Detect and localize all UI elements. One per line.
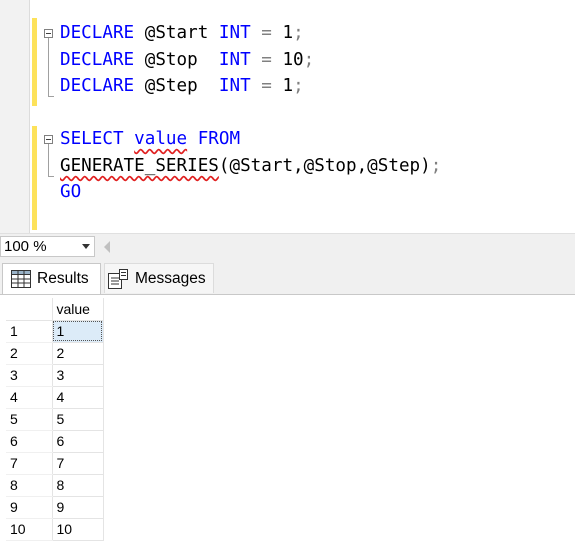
table-row[interactable]: 44	[6, 386, 104, 409]
results-tabbar: Results Messages	[0, 260, 575, 294]
table-row[interactable]: 10 10	[6, 518, 104, 541]
grid-cell[interactable]: 8	[52, 474, 104, 497]
column-header-value[interactable]: value	[52, 298, 104, 321]
row-number[interactable]: 5	[6, 408, 53, 431]
grid-cell[interactable]: 9	[52, 496, 104, 519]
row-number[interactable]: 2	[6, 342, 53, 365]
tab-messages-label: Messages	[135, 269, 206, 287]
scroll-left-icon[interactable]	[104, 241, 110, 253]
grid-cell[interactable]: 1	[52, 320, 104, 343]
code-line-2: DECLARE @Stop INT = 10;	[60, 50, 315, 70]
row-number[interactable]: 8	[6, 474, 53, 497]
table-row[interactable]: 55	[6, 408, 104, 431]
editor-gutter	[0, 0, 29, 233]
table-row[interactable]: 99	[6, 496, 104, 519]
code-line-1: DECLARE @Start INT = 1;	[60, 23, 304, 43]
grid-icon	[11, 270, 31, 288]
zoom-value: 100 %	[4, 238, 47, 255]
change-indicator	[32, 126, 37, 230]
grid-cell[interactable]: 5	[52, 408, 104, 431]
row-header-corner[interactable]	[6, 298, 53, 321]
table-row[interactable]: 77	[6, 452, 104, 475]
results-grid: value 11 22 33 44 55 66 77 88 99 10 10	[6, 298, 104, 541]
table-row[interactable]: 11	[6, 320, 104, 343]
row-number[interactable]: 6	[6, 430, 53, 453]
table-row[interactable]: 22	[6, 342, 104, 365]
code-line-7: GO	[60, 182, 82, 202]
change-indicator	[32, 18, 37, 106]
grid-header-row: value	[6, 298, 104, 321]
fold-line-end	[48, 176, 54, 177]
tab-results-label: Results	[37, 270, 89, 287]
query-editor[interactable]: DECLARE @Start INT = 1; DECLARE @Stop IN…	[0, 0, 575, 233]
collapse-icon[interactable]	[44, 29, 53, 38]
row-number[interactable]: 9	[6, 496, 53, 519]
table-row[interactable]: 88	[6, 474, 104, 497]
grid-cell[interactable]: 2	[52, 342, 104, 365]
results-pane: value 11 22 33 44 55 66 77 88 99 10 10	[0, 294, 575, 560]
code-line-6: GENERATE_SERIES(@Start,@Stop,@Step);	[60, 156, 442, 176]
row-number[interactable]: 4	[6, 386, 53, 409]
row-number[interactable]: 1	[6, 320, 53, 343]
collapse-icon[interactable]	[44, 135, 53, 144]
table-row[interactable]: 66	[6, 430, 104, 453]
chevron-down-icon[interactable]	[82, 244, 90, 249]
zoom-dropdown[interactable]: 100 %	[0, 236, 95, 257]
grid-cell[interactable]: 7	[52, 452, 104, 475]
gutter-divider	[29, 0, 30, 233]
tab-results[interactable]: Results	[2, 263, 101, 294]
fold-line	[48, 144, 49, 176]
grid-cell[interactable]: 3	[52, 364, 104, 387]
messages-icon	[108, 268, 128, 289]
table-row[interactable]: 33	[6, 364, 104, 387]
code-line-5: SELECT value FROM	[60, 129, 241, 149]
code-line-3: DECLARE @Step INT = 1;	[60, 76, 304, 96]
zoom-bar: 100 %	[0, 233, 575, 260]
grid-cell[interactable]: 4	[52, 386, 104, 409]
fold-line-end	[48, 96, 54, 97]
grid-cell[interactable]: 6	[52, 430, 104, 453]
tab-messages[interactable]: Messages	[104, 263, 214, 293]
row-number[interactable]: 10	[6, 518, 53, 541]
fold-line	[48, 38, 49, 96]
row-number[interactable]: 3	[6, 364, 53, 387]
grid-cell[interactable]: 10	[52, 518, 104, 541]
row-number[interactable]: 7	[6, 452, 53, 475]
